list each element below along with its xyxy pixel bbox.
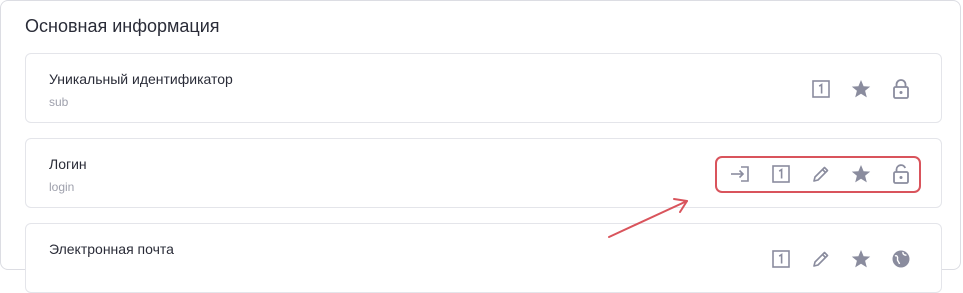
lock-icon[interactable]	[890, 78, 912, 100]
login-arrow-icon[interactable]	[729, 163, 751, 185]
star-icon[interactable]	[850, 163, 872, 185]
star-icon[interactable]	[850, 78, 872, 100]
pencil-icon[interactable]	[810, 248, 832, 270]
star-icon[interactable]	[850, 248, 872, 270]
field-label: Уникальный идентификатор	[49, 71, 233, 87]
field-card-sub[interactable]: Уникальный идентификатор sub	[25, 53, 942, 123]
one-square-icon[interactable]	[770, 163, 792, 185]
unlock-icon[interactable]	[890, 163, 912, 185]
pencil-icon[interactable]	[810, 163, 832, 185]
main-info-panel: Основная информация Уникальный идентифик…	[0, 0, 961, 293]
field-key: login	[49, 180, 75, 194]
field-card-email[interactable]: Электронная почта	[25, 223, 942, 293]
one-square-icon[interactable]	[770, 248, 792, 270]
field-label: Электронная почта	[49, 241, 174, 257]
field-card-login[interactable]: Логин login	[25, 138, 942, 208]
globe-icon[interactable]	[890, 248, 912, 270]
field-key: sub	[49, 95, 69, 109]
field-label: Логин	[49, 156, 87, 172]
one-square-icon[interactable]	[810, 78, 832, 100]
section-title: Основная информация	[25, 16, 220, 36]
